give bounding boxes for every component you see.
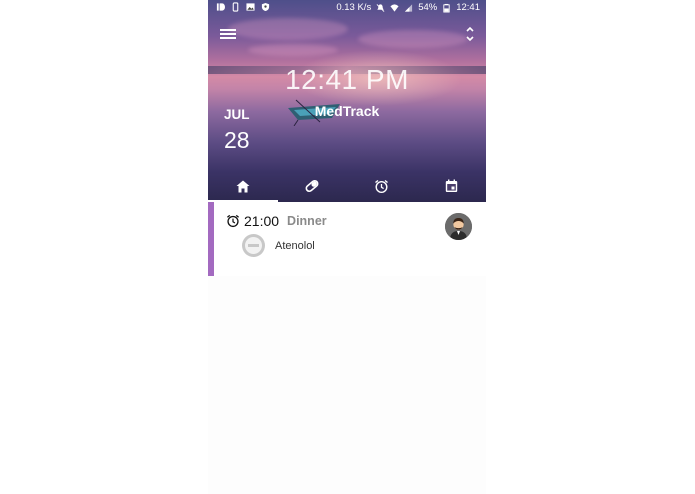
battery-icon [443,3,450,12]
home-icon [236,180,250,192]
phone-icon [232,2,239,12]
alarm-icon [375,179,389,193]
alarm-clock-icon [226,214,240,228]
menu-icon[interactable] [220,27,236,41]
wifi-icon [390,3,399,12]
tab-home[interactable] [208,170,278,202]
image-icon [246,3,255,11]
date-month: JUL [224,107,250,122]
shield-icon [261,2,270,12]
network-speed: 0.13 K/s [336,2,372,13]
entry-time-row: 21:00 Dinner [226,213,327,229]
header-banner: 0.13 K/s 54% 12:41 12:41 PM MedTrack JUL… [208,0,486,202]
tab-reminders[interactable] [347,170,417,202]
clock: 12:41 [456,2,480,13]
expand-collapse-icon[interactable] [464,24,476,44]
avatar[interactable] [445,213,472,240]
pill-icon [305,179,319,193]
person-avatar-icon [445,213,472,240]
tab-calendar[interactable] [417,170,487,202]
signal-icon [405,3,413,12]
app-screen: 0.13 K/s 54% 12:41 12:41 PM MedTrack JUL… [208,0,486,494]
app-title: MedTrack [314,103,380,119]
date-day: 28 [224,127,250,153]
dose-meal-label: Dinner [287,214,327,228]
calendar-icon [445,179,457,192]
medication-name: Atenolol [275,239,315,252]
status-bar: 0.13 K/s 54% 12:41 [208,0,486,16]
notification-icon [216,3,225,11]
medication-row[interactable]: Atenolol [242,234,315,257]
dose-time: 21:00 [244,213,280,229]
header-time: 12:41 PM [285,64,409,95]
tab-bar [208,170,486,202]
battery-percent: 54% [418,2,438,13]
dose-entry-card[interactable]: 21:00 Dinner Atenolol [208,202,486,276]
mute-bell-icon [376,3,385,12]
tab-medications[interactable] [278,170,348,202]
entry-accent-bar [208,202,214,276]
pill-tablet-icon [242,234,265,257]
